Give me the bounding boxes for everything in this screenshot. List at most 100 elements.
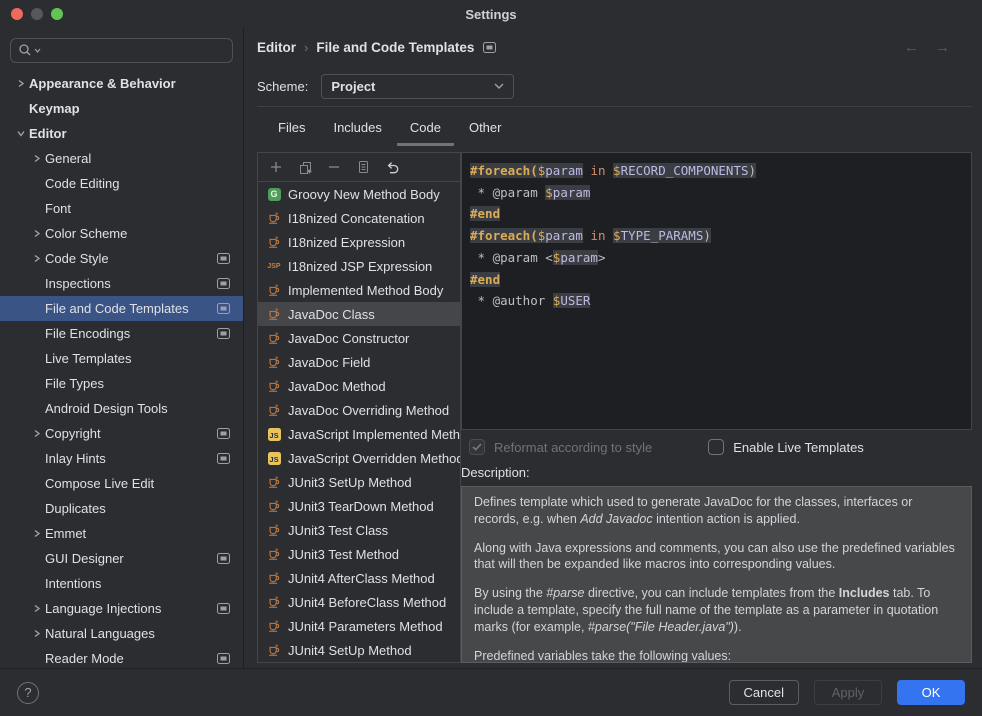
scheme-select[interactable]: Project xyxy=(321,74,514,99)
ok-button[interactable]: OK xyxy=(897,680,965,705)
template-list-item[interactable]: JavaDoc Class xyxy=(258,302,460,326)
sidebar-item[interactable]: Inlay Hints xyxy=(0,446,243,471)
live-templates-checkbox[interactable] xyxy=(708,439,724,455)
sidebar-item[interactable]: Keymap xyxy=(0,96,243,121)
sidebar-item[interactable]: Emmet xyxy=(0,521,243,546)
tab-files[interactable]: Files xyxy=(265,113,318,146)
chevron-right-icon[interactable] xyxy=(28,626,45,642)
duplicate-icon[interactable] xyxy=(355,159,371,175)
code-line: #end xyxy=(470,269,971,291)
description-paragraph: By using the #parse directive, you can i… xyxy=(474,585,959,635)
chevron-right-icon[interactable] xyxy=(28,151,45,167)
sidebar-item[interactable]: Color Scheme xyxy=(0,221,243,246)
copy-template-icon[interactable] xyxy=(297,159,313,175)
sidebar-item[interactable]: Language Injections xyxy=(0,596,243,621)
description-text: Defines template which used to generate … xyxy=(461,486,972,663)
template-list-item[interactable]: I18nized Concatenation xyxy=(258,206,460,230)
groovy-template-icon: G xyxy=(266,186,282,202)
chevron-spacer xyxy=(12,101,29,117)
chevron-spacer xyxy=(28,276,45,292)
java-template-icon xyxy=(266,330,282,346)
monitor-icon xyxy=(217,603,230,614)
reset-icon[interactable] xyxy=(384,159,400,175)
java-template-icon xyxy=(266,402,282,418)
template-list-item[interactable]: JUnit4 BeforeClass Method xyxy=(258,590,460,614)
template-list-item[interactable]: JUnit4 Parameters Method xyxy=(258,614,460,638)
apply-button: Apply xyxy=(814,680,882,705)
sidebar-item[interactable]: GUI Designer xyxy=(0,546,243,571)
description-paragraph: Defines template which used to generate … xyxy=(474,494,959,528)
chevron-right-icon[interactable] xyxy=(28,601,45,617)
search-input[interactable] xyxy=(10,38,233,63)
java-template-icon xyxy=(266,474,282,490)
chevron-right-icon[interactable] xyxy=(28,526,45,542)
tab-includes[interactable]: Includes xyxy=(320,113,394,146)
template-list-item[interactable]: JavaDoc Overriding Method xyxy=(258,398,460,422)
sidebar-item[interactable]: Code Style xyxy=(0,246,243,271)
description-label: Description: xyxy=(461,462,972,483)
java-template-icon xyxy=(266,354,282,370)
monitor-icon xyxy=(217,553,230,564)
template-list-item[interactable]: Implemented Method Body xyxy=(258,278,460,302)
template-code-editor[interactable]: #foreach($param in $RECORD_COMPONENTS) *… xyxy=(461,152,972,430)
chevron-right-icon[interactable] xyxy=(28,251,45,267)
help-icon[interactable]: ? xyxy=(17,682,39,704)
template-list-item[interactable]: JavaDoc Method xyxy=(258,374,460,398)
sidebar-item[interactable]: Copyright xyxy=(0,421,243,446)
java-template-icon xyxy=(266,594,282,610)
add-icon[interactable] xyxy=(268,159,284,175)
remove-icon[interactable] xyxy=(326,159,342,175)
sidebar-item[interactable]: Appearance & Behavior xyxy=(0,71,243,96)
scheme-label: Scheme: xyxy=(257,79,308,94)
sidebar-item[interactable]: Android Design Tools xyxy=(0,396,243,421)
sidebar-item[interactable]: Reader Mode xyxy=(0,646,243,668)
chevron-spacer xyxy=(28,301,45,317)
sidebar-item[interactable]: Inspections xyxy=(0,271,243,296)
chevron-spacer xyxy=(28,201,45,217)
forward-icon[interactable]: → xyxy=(935,39,950,56)
sidebar-item[interactable]: Code Editing xyxy=(0,171,243,196)
chevron-right-icon[interactable] xyxy=(28,426,45,442)
reformat-checkbox-group: Reformat according to style xyxy=(469,439,652,455)
back-icon[interactable]: ← xyxy=(904,39,919,56)
template-list-item[interactable]: JUnit3 SetUp Method xyxy=(258,470,460,494)
tab-code[interactable]: Code xyxy=(397,113,454,146)
sidebar-item[interactable]: File Types xyxy=(0,371,243,396)
template-list-item[interactable]: JSJavaScript Implemented Method xyxy=(258,422,460,446)
sidebar-item[interactable]: Font xyxy=(0,196,243,221)
template-list-item[interactable]: JavaDoc Field xyxy=(258,350,460,374)
search-filter-caret-icon[interactable] xyxy=(34,48,41,53)
template-list-item[interactable]: JSPI18nized JSP Expression xyxy=(258,254,460,278)
tab-other[interactable]: Other xyxy=(456,113,515,146)
sidebar-item[interactable]: File Encodings xyxy=(0,321,243,346)
settings-sidebar: Appearance & BehaviorKeymapEditorGeneral… xyxy=(0,28,244,668)
sidebar-item[interactable]: File and Code Templates xyxy=(0,296,243,321)
template-list-item[interactable]: JUnit3 Test Class xyxy=(258,518,460,542)
zoom-window-icon[interactable] xyxy=(51,8,63,20)
template-list-item[interactable]: JSJavaScript Overridden Method xyxy=(258,446,460,470)
sidebar-item[interactable]: General xyxy=(0,146,243,171)
template-list-item[interactable]: I18nized Expression xyxy=(258,230,460,254)
template-list-item[interactable]: JUnit4 SetUp Method xyxy=(258,638,460,662)
sidebar-item[interactable]: Intentions xyxy=(0,571,243,596)
template-list-item[interactable]: GGroovy New Method Body xyxy=(258,182,460,206)
template-list-item[interactable]: JavaDoc Constructor xyxy=(258,326,460,350)
close-window-icon[interactable] xyxy=(11,8,23,20)
sidebar-item[interactable]: Compose Live Edit xyxy=(0,471,243,496)
template-list-item[interactable]: JUnit3 TearDown Method xyxy=(258,494,460,518)
template-list-item[interactable]: JUnit3 Test Method xyxy=(258,542,460,566)
cancel-button[interactable]: Cancel xyxy=(729,680,799,705)
sidebar-item[interactable]: Editor xyxy=(0,121,243,146)
chevron-down-icon[interactable] xyxy=(12,126,29,142)
sidebar-item[interactable]: Duplicates xyxy=(0,496,243,521)
breadcrumb-separator-icon: › xyxy=(304,40,308,55)
chevron-right-icon[interactable] xyxy=(12,76,29,92)
breadcrumb-parent[interactable]: Editor xyxy=(257,40,296,55)
template-tabs: FilesIncludesCodeOther xyxy=(257,107,972,152)
sidebar-item[interactable]: Live Templates xyxy=(0,346,243,371)
java-template-icon xyxy=(266,234,282,250)
template-list-item[interactable]: JUnit4 AfterClass Method xyxy=(258,566,460,590)
live-templates-checkbox-group[interactable]: Enable Live Templates xyxy=(708,439,864,455)
chevron-right-icon[interactable] xyxy=(28,226,45,242)
sidebar-item[interactable]: Natural Languages xyxy=(0,621,243,646)
